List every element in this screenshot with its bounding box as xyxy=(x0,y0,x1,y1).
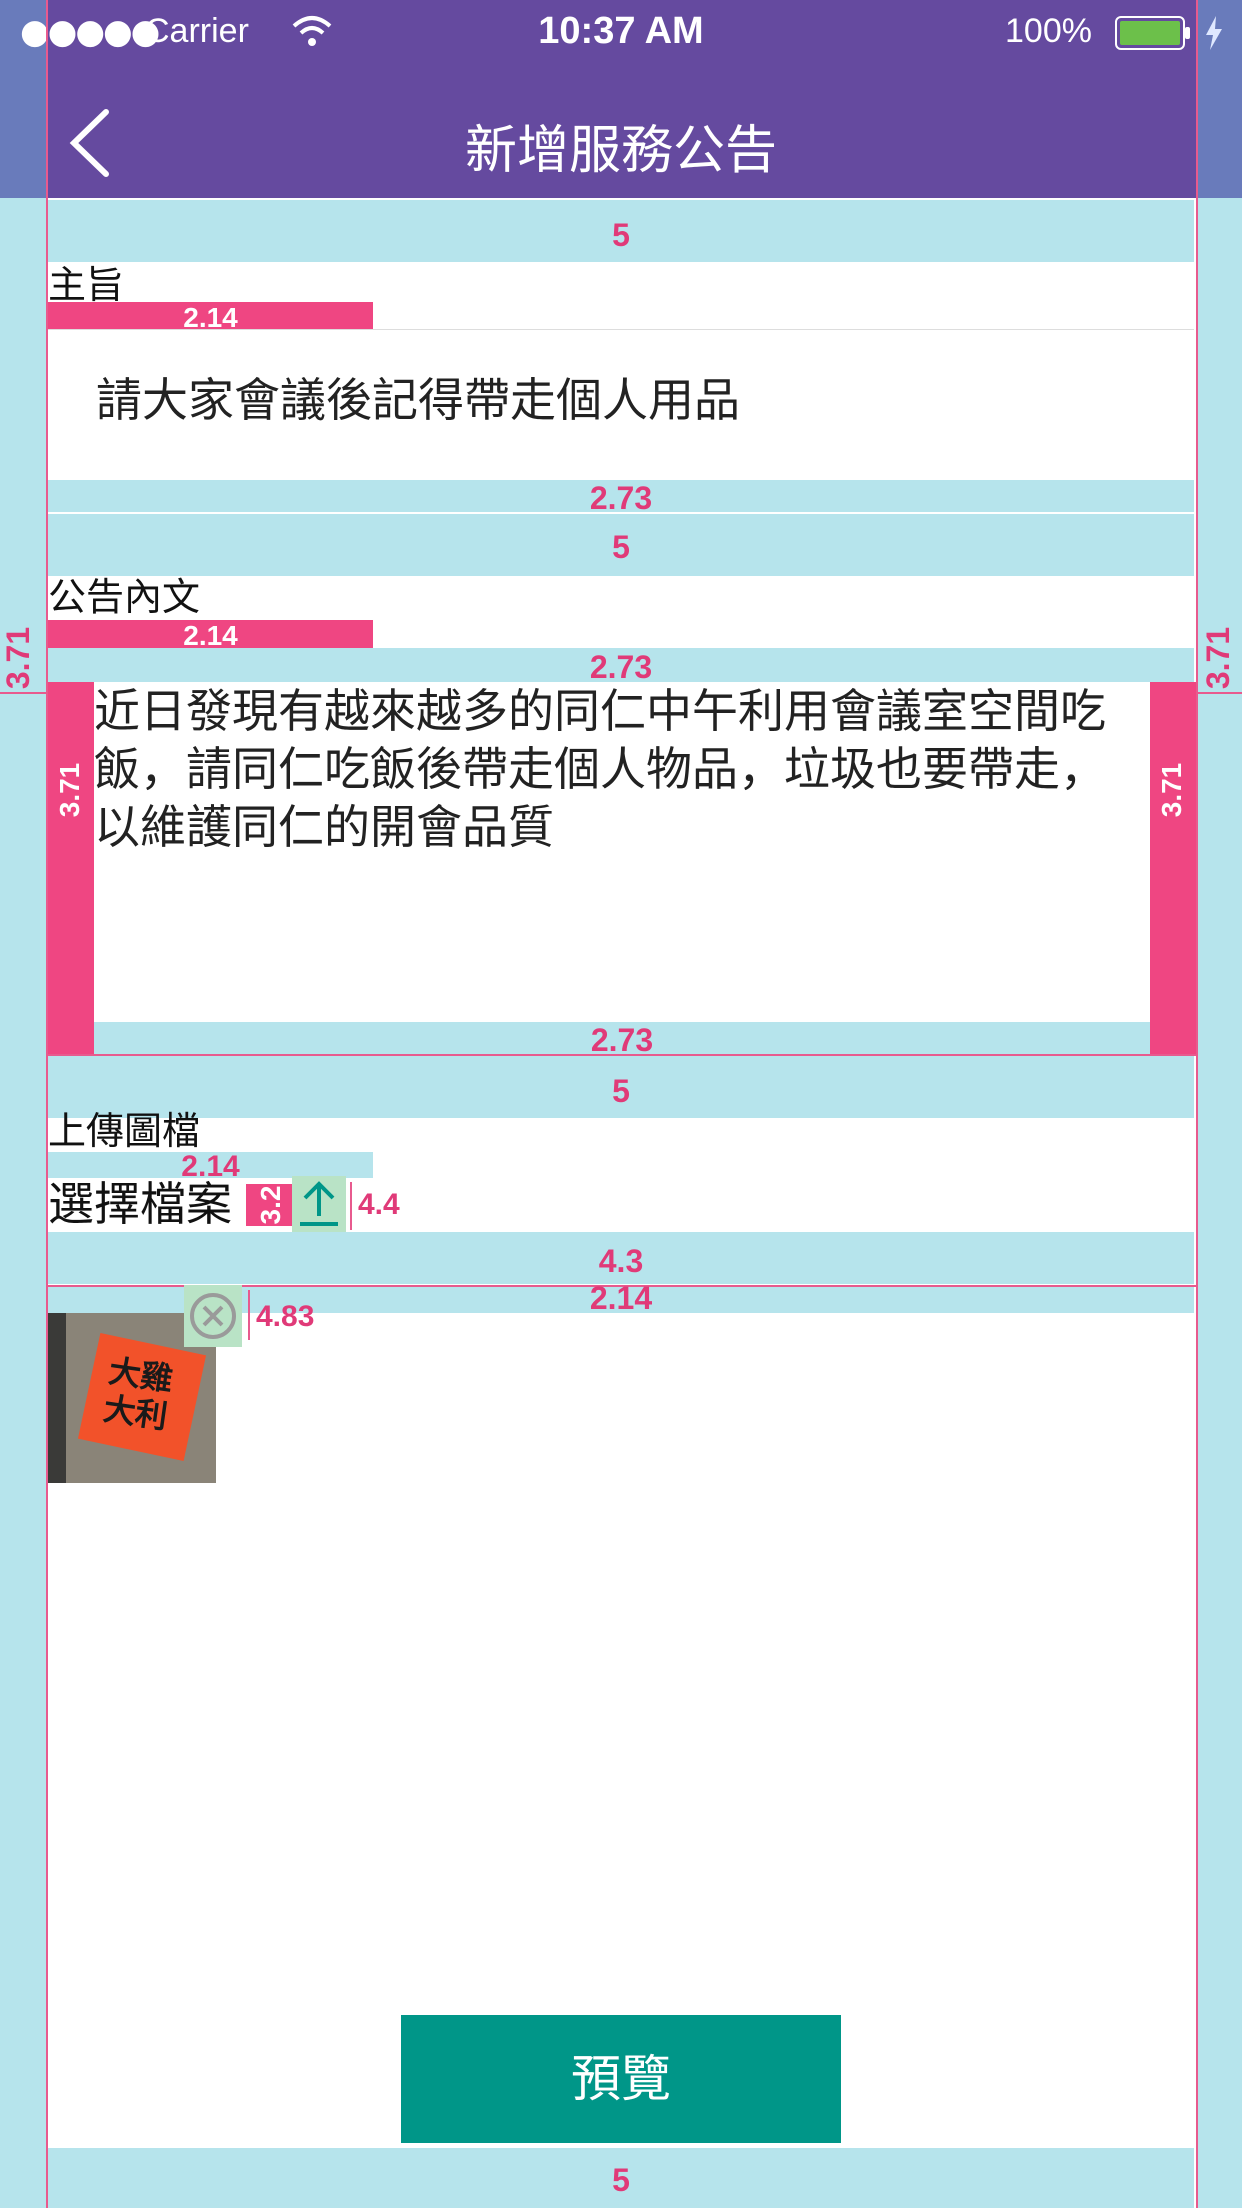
spacing-row-gap: 4.3 xyxy=(48,1232,1194,1284)
spacing-gap-bottom: 5 xyxy=(48,2148,1194,2208)
upload-icon-measure-line xyxy=(350,1182,352,1230)
spacing-gap-subject-bottom: 2.73 xyxy=(48,480,1194,516)
spacing-gap-before-upload: 5 xyxy=(48,1056,1194,1118)
content-left-padding xyxy=(48,682,94,1054)
choose-file-label: 選擇檔案 xyxy=(48,1177,232,1231)
right-margin-overlay xyxy=(1198,198,1242,2208)
choose-file-button[interactable]: 選擇檔案 xyxy=(48,1176,232,1232)
subject-input-text: 請大家會議後記得帶走個人用品 xyxy=(96,373,740,427)
right-measure-tick xyxy=(1198,692,1242,694)
content-textarea[interactable]: 近日發現有越來越多的同仁中午利用會議室空間吃飯，請同仁吃飯後帶走個人物品，垃圾也… xyxy=(94,682,1150,1022)
subject-label-measure: 2.14 xyxy=(48,302,373,333)
icon-gap-measure: 3.2 xyxy=(246,1184,296,1226)
remove-image-button[interactable] xyxy=(184,1285,242,1347)
spring-couplet-text: 大雞大利 xyxy=(101,1351,176,1436)
spacing-gap-content-bottom: 2.73 xyxy=(94,1022,1150,1058)
content-textarea-text: 近日發現有越來越多的同仁中午利用會議室空間吃飯，請同仁吃飯後帶走個人物品，垃圾也… xyxy=(94,684,1106,854)
upload-label: 上傳圖檔 xyxy=(48,1109,201,1153)
bolt-icon xyxy=(1202,16,1226,50)
spacing-gap-top: 5 xyxy=(48,200,1194,262)
close-button-measure: 4.83 xyxy=(256,1300,315,1333)
close-circle-icon xyxy=(190,1293,236,1339)
upload-icon[interactable] xyxy=(292,1176,346,1232)
left-measure-tick xyxy=(0,692,46,694)
upload-icon-measure: 4.4 xyxy=(358,1188,400,1221)
content-label: 公告內文 xyxy=(48,575,201,619)
subject-input[interactable]: 請大家會議後記得帶走個人用品 xyxy=(48,330,1194,480)
page-title: 新增服務公告 xyxy=(464,121,777,181)
spacing-gap-before-content: 5 xyxy=(48,514,1194,576)
image-wall-shadow xyxy=(48,1313,66,1483)
content-label-measure: 2.14 xyxy=(48,620,373,651)
left-margin-overlay xyxy=(0,198,46,2208)
upload-label-measure: 2.14 xyxy=(48,1152,373,1182)
content-right-padding-measure: 3.71 xyxy=(1156,762,1187,818)
right-guide-line xyxy=(1196,0,1198,2208)
content-right-padding xyxy=(1150,682,1196,1054)
preview-button[interactable]: 預覽 xyxy=(401,2015,841,2143)
close-measure-line xyxy=(248,1290,250,1340)
content-left-padding-measure: 3.71 xyxy=(54,762,85,818)
battery-icon xyxy=(1115,16,1191,50)
spacing-gap-content-top: 2.73 xyxy=(48,648,1194,685)
status-battery-percent: 100% xyxy=(1005,12,1092,50)
